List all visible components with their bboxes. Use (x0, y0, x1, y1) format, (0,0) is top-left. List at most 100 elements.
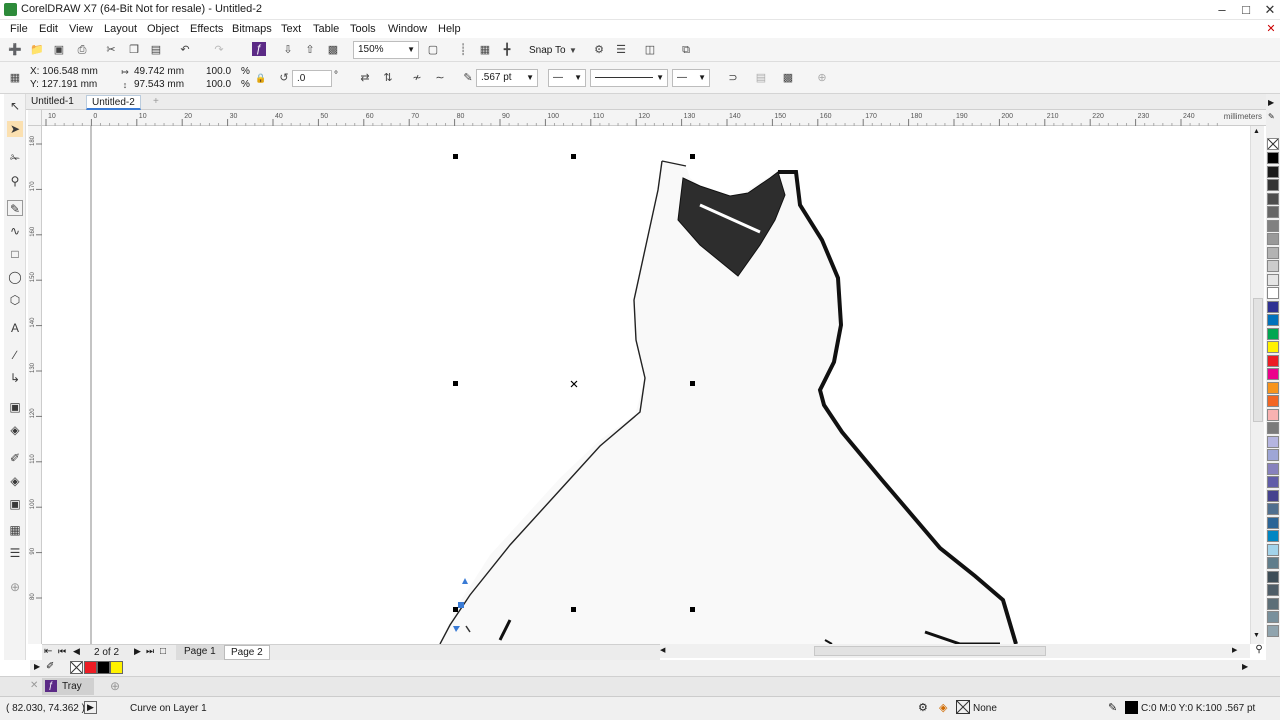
zoom-tool-icon[interactable]: ⚲ (7, 173, 23, 189)
menu-table[interactable]: Table (313, 23, 339, 35)
line-style-dropdown[interactable]: ▼ (590, 69, 668, 87)
menu-layout[interactable]: Layout (104, 23, 137, 35)
grid-icon[interactable]: ▦ (478, 43, 492, 57)
palette-swatch[interactable] (1267, 543, 1279, 556)
crop-tool-icon[interactable]: ✁ (7, 150, 23, 166)
palette-swatch[interactable] (1267, 597, 1279, 610)
selected-node[interactable] (458, 602, 464, 608)
app-launcher-icon[interactable]: ☰ (614, 43, 628, 57)
last-page-icon[interactable]: ⏭ (146, 646, 154, 657)
ellipse-tool-icon[interactable]: ◯ (7, 269, 23, 285)
mesh-fill-icon[interactable]: ▦ (7, 522, 23, 538)
menu-edit[interactable]: Edit (39, 23, 58, 35)
lock-ratio-icon[interactable]: 🔒 (254, 71, 268, 85)
vertical-ruler[interactable]: 180 170 160 150 140 130 120 110 100 90 80 (28, 126, 42, 644)
snap-chevron-icon[interactable]: ▼ (566, 44, 580, 58)
width-field[interactable]: 49.742 mm (134, 66, 184, 77)
y-position-field[interactable]: Y: 127.191 mm (30, 79, 97, 90)
open-icon[interactable]: 📁 (30, 43, 44, 57)
tab-untitled-1[interactable]: Untitled-1 (26, 95, 79, 110)
handle-bottom-left[interactable] (453, 607, 458, 612)
color-eyedropper-icon[interactable]: ✐ (7, 450, 23, 466)
menu-help[interactable]: Help (438, 23, 461, 35)
document-palette-swatch[interactable] (84, 661, 97, 674)
close-icon[interactable]: ✕ (1256, 1, 1280, 19)
page-tab-1[interactable]: Page 1 (176, 645, 224, 660)
scale-width-field[interactable]: 100.0 (206, 66, 231, 77)
palette-swatch[interactable] (1267, 327, 1279, 340)
snap-to-button[interactable]: Snap To (529, 45, 566, 56)
fill-none-swatch[interactable] (956, 700, 970, 714)
guidelines-icon[interactable]: ╋ (500, 43, 514, 57)
print-icon[interactable]: ⎙ (75, 43, 89, 57)
scroll-left-icon[interactable]: ◀ (660, 646, 665, 654)
mirror-horizontal-icon[interactable]: ⇄ (358, 71, 372, 85)
navigator-icon[interactable]: ⚲ (1252, 644, 1266, 658)
import-icon[interactable]: ⇩ (281, 43, 295, 57)
palette-swatch[interactable] (1267, 206, 1279, 218)
text-tool-icon[interactable]: A (7, 320, 23, 336)
palette-swatch[interactable] (1267, 233, 1279, 245)
scale-height-field[interactable]: 100.0 (206, 79, 231, 90)
rotation-field[interactable]: .0 (292, 70, 332, 87)
palette-swatch[interactable] (1267, 570, 1279, 583)
ruler-origin[interactable] (28, 110, 42, 126)
height-field[interactable]: 97.543 mm (134, 79, 184, 90)
welcome-screen-icon[interactable]: ◫ (643, 43, 657, 57)
pick-tool-icon[interactable]: ↖ (7, 98, 23, 114)
curve-smooth-icon[interactable]: ≁ (410, 71, 424, 85)
options-icon[interactable]: ⚙ (592, 43, 606, 57)
tray-add-icon[interactable]: ⊕ (110, 679, 120, 693)
tab-untitled-2[interactable]: Untitled-2 (86, 95, 141, 110)
go-first-icon[interactable]: ⏮ (58, 646, 66, 657)
menu-text[interactable]: Text (281, 23, 301, 35)
palette-swatch[interactable] (1267, 530, 1279, 542)
horizontal-scrollbar[interactable]: ◀ ▶ (660, 644, 1250, 658)
prev-page-icon[interactable]: ◀ (73, 646, 80, 657)
palette-swatch[interactable] (1267, 557, 1279, 569)
artistic-media-icon[interactable]: ∿ (7, 223, 23, 239)
link-icon[interactable]: ⧉ (679, 43, 693, 57)
palette-swatch[interactable] (1267, 611, 1279, 623)
outline-width-dropdown[interactable]: .567 pt ▼ (476, 69, 538, 87)
smart-fill-icon[interactable]: ▣ (7, 496, 23, 512)
scroll-right-icon[interactable]: ▶ (1232, 646, 1237, 654)
palette-swatch[interactable] (1267, 395, 1279, 407)
redo-icon[interactable]: ↷ (212, 43, 226, 57)
palette-swatch[interactable] (1267, 152, 1279, 164)
palette-swatch[interactable] (1267, 503, 1279, 515)
palette-swatch[interactable] (1267, 408, 1279, 421)
palette-swatch[interactable] (1267, 584, 1279, 596)
handle-top-right[interactable] (690, 154, 695, 159)
handle-top-left[interactable] (453, 154, 458, 159)
start-arrow-dropdown[interactable]: — ▼ (548, 69, 586, 87)
save-icon[interactable]: ▣ (52, 43, 66, 57)
menu-view[interactable]: View (69, 23, 93, 35)
rectangle-tool-icon[interactable]: □ (7, 246, 23, 262)
palette-swatch[interactable] (1267, 219, 1279, 232)
cut-icon[interactable]: ✂ (104, 43, 118, 57)
palette-swatch[interactable] (1267, 624, 1279, 637)
full-screen-icon[interactable]: ▢ (426, 43, 440, 57)
palette-swatch[interactable] (1267, 314, 1279, 326)
handle-top-middle[interactable] (571, 154, 576, 159)
new-tab-icon[interactable]: + (148, 95, 164, 110)
polygon-tool-icon[interactable]: ⬡ (7, 292, 23, 308)
scroll-down-icon[interactable]: ▼ (1253, 632, 1260, 639)
wrap-text-icon[interactable]: ▤ (754, 71, 768, 85)
vertical-scroll-thumb[interactable] (1253, 298, 1263, 422)
interactive-fill-icon[interactable]: ◈ (7, 473, 23, 489)
transparency-tool-icon[interactable]: ◈ (7, 422, 23, 438)
drop-shadow-icon[interactable]: ▣ (7, 399, 23, 415)
page-tab-2[interactable]: Page 2 (224, 645, 270, 660)
palette-swatch[interactable] (1267, 246, 1279, 259)
docpal-none-swatch[interactable] (70, 661, 83, 674)
no-color-swatch[interactable] (1267, 138, 1279, 150)
handle-bottom-right[interactable] (690, 607, 695, 612)
menu-bitmaps[interactable]: Bitmaps (232, 23, 272, 35)
drawing-canvas[interactable] (42, 126, 1250, 644)
palette-swatch[interactable] (1267, 422, 1279, 434)
handle-middle-right[interactable] (690, 381, 695, 386)
close-curve-icon[interactable]: ⊃ (726, 71, 740, 85)
add-icon[interactable]: ⊕ (815, 71, 829, 85)
